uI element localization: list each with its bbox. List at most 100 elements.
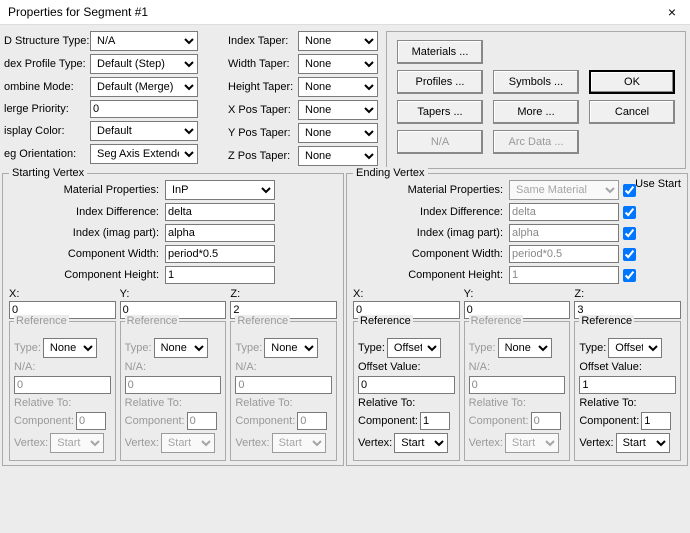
end-x-offset-input[interactable] <box>358 376 455 394</box>
combine-mode-select[interactable]: Default (Merge) <box>90 77 198 97</box>
symbols-button[interactable]: Symbols ... <box>493 70 579 94</box>
index-taper-select[interactable]: None <box>298 31 378 51</box>
start-x-label: X: <box>9 288 116 300</box>
zpos-taper-label: Z Pos Taper: <box>228 150 298 162</box>
comp-label: Component: <box>469 415 529 427</box>
end-y-vertex-select: Start <box>505 433 559 453</box>
start-idximag-input[interactable] <box>165 224 275 242</box>
window-title: Properties for Segment #1 <box>8 5 148 19</box>
ending-vertex-group: Ending Vertex Use Start Material Propert… <box>346 173 688 466</box>
display-color-label: isplay Color: <box>4 125 90 137</box>
end-idxdiff-input <box>509 203 619 221</box>
offset-label: Offset Value: <box>579 361 642 373</box>
type-label: Type: <box>469 342 496 354</box>
end-idxdiff-label: Index Difference: <box>393 206 503 218</box>
end-y-label: Y: <box>464 288 571 300</box>
comp-label: Component: <box>14 415 74 427</box>
start-matprop-label: Material Properties: <box>49 184 159 196</box>
ok-button[interactable]: OK <box>589 70 675 94</box>
end-x-comp-input[interactable] <box>420 412 450 430</box>
more-button[interactable]: More ... <box>493 100 579 124</box>
relto-label: Relative To: <box>235 397 292 409</box>
end-idximag-input <box>509 224 619 242</box>
end-z-vertex-select[interactable]: Start <box>616 433 670 453</box>
merge-priority-input[interactable] <box>90 100 198 118</box>
end-z-offset-input[interactable] <box>579 376 676 394</box>
seg-orientation-select[interactable]: Seg Axis Extended <box>90 144 198 164</box>
end-x-label: X: <box>353 288 460 300</box>
vtx-label: Vertex: <box>579 437 613 449</box>
ypos-taper-select[interactable]: None <box>298 123 378 143</box>
end-x-vertex-select[interactable]: Start <box>394 433 448 453</box>
start-z-type-select[interactable]: None <box>264 338 318 358</box>
end-matprop-usestart[interactable] <box>623 184 636 197</box>
vtx-label: Vertex: <box>469 437 503 449</box>
profile-type-select[interactable]: Default (Step) <box>90 54 198 74</box>
end-comph-usestart[interactable] <box>623 269 636 282</box>
start-z-na-input <box>235 376 332 394</box>
tapers-button[interactable]: Tapers ... <box>397 100 483 124</box>
cancel-button[interactable]: Cancel <box>589 100 675 124</box>
end-z-type-select[interactable]: Offset <box>608 338 662 358</box>
end-compw-usestart[interactable] <box>623 248 636 261</box>
na-label: N/A: <box>14 361 35 373</box>
na-label: N/A: <box>469 361 490 373</box>
end-matprop-select: Same Material <box>509 180 619 200</box>
xpos-taper-label: X Pos Taper: <box>228 104 298 116</box>
start-compw-label: Component Width: <box>49 248 159 260</box>
button-panel: Materials ... Profiles ... Symbols ... O… <box>386 31 686 169</box>
display-color-select[interactable]: Default <box>90 121 198 141</box>
comp-label: Component: <box>125 415 185 427</box>
start-x-type-select[interactable]: None <box>43 338 97 358</box>
end-x-ref: Reference Type:Offset Offset Value: Rela… <box>353 321 460 461</box>
use-start-header: Use Start <box>635 178 681 190</box>
na-label: N/A: <box>125 361 146 373</box>
end-matprop-label: Material Properties: <box>393 184 503 196</box>
close-icon[interactable]: × <box>662 4 682 20</box>
start-comph-label: Component Height: <box>49 269 159 281</box>
structure-type-select[interactable]: N/A <box>90 31 198 51</box>
profile-type-label: dex Profile Type: <box>4 58 90 70</box>
end-y-ref: Reference Type:None N/A: Relative To: Co… <box>464 321 571 461</box>
end-y-na-input <box>469 376 566 394</box>
merge-priority-label: lerge Priority: <box>4 103 90 115</box>
end-z-label: Z: <box>574 288 681 300</box>
relto-label: Relative To: <box>125 397 182 409</box>
type-label: Type: <box>14 342 41 354</box>
materials-button[interactable]: Materials ... <box>397 40 483 64</box>
start-z-ref: Reference Type:None N/A: Relative To: Co… <box>230 321 337 461</box>
start-x-na-input <box>14 376 111 394</box>
end-y-type-select[interactable]: None <box>498 338 552 358</box>
end-x-type-select[interactable]: Offset <box>387 338 441 358</box>
ref-legend: Reference <box>14 315 69 327</box>
end-idximag-usestart[interactable] <box>623 227 636 240</box>
type-label: Type: <box>235 342 262 354</box>
start-comph-input[interactable] <box>165 266 275 284</box>
height-taper-select[interactable]: None <box>298 77 378 97</box>
comp-label: Component: <box>579 415 639 427</box>
zpos-taper-select[interactable]: None <box>298 146 378 166</box>
start-y-type-select[interactable]: None <box>154 338 208 358</box>
start-y-na-input <box>125 376 222 394</box>
start-idximag-label: Index (imag part): <box>49 227 159 239</box>
profiles-button[interactable]: Profiles ... <box>397 70 483 94</box>
width-taper-select[interactable]: None <box>298 54 378 74</box>
end-comph-input <box>509 266 619 284</box>
end-z-ref: Reference Type:Offset Offset Value: Rela… <box>574 321 681 461</box>
end-compw-input <box>509 245 619 263</box>
end-z-comp-input[interactable] <box>641 412 671 430</box>
height-taper-label: Height Taper: <box>228 81 298 93</box>
combine-mode-label: ombine Mode: <box>4 81 90 93</box>
end-idxdiff-usestart[interactable] <box>623 206 636 219</box>
vtx-label: Vertex: <box>358 437 392 449</box>
start-idxdiff-input[interactable] <box>165 203 275 221</box>
vtx-label: Vertex: <box>14 437 48 449</box>
start-idxdiff-label: Index Difference: <box>49 206 159 218</box>
ref-legend: Reference <box>125 315 180 327</box>
xpos-taper-select[interactable]: None <box>298 100 378 120</box>
start-y-vertex-select: Start <box>161 433 215 453</box>
start-x-vertex-select: Start <box>50 433 104 453</box>
ending-vertex-legend: Ending Vertex <box>353 167 428 179</box>
start-compw-input[interactable] <box>165 245 275 263</box>
start-matprop-select[interactable]: InP <box>165 180 275 200</box>
